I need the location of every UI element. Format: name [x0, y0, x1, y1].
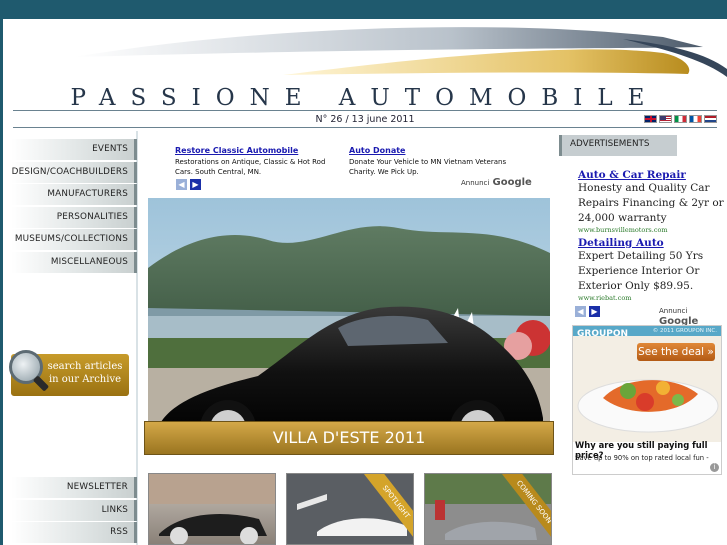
archive-label: search articles in our Archive: [47, 361, 123, 385]
nav-item-events[interactable]: EVENTS: [11, 139, 137, 160]
language-flags: [644, 115, 717, 123]
sidebar-nav-bottom: NEWSLETTER LINKS RSS: [11, 477, 137, 545]
archive-search-button[interactable]: search articles in our Archive: [9, 350, 129, 396]
nav-item-museums-collections[interactable]: MUSEUMS/COLLECTIONS: [11, 229, 137, 250]
header-rule-bottom: [13, 127, 717, 128]
thumb-1-image: [149, 474, 275, 544]
italy-flag-icon[interactable]: [674, 115, 687, 123]
ad-next-arrow-icon[interactable]: ▶: [190, 179, 201, 190]
groupon-copyright: © 2011 GROUPON INC.: [652, 328, 717, 334]
nav-item-personalities[interactable]: PERSONALITIES: [11, 206, 137, 228]
right-google-ads-brand[interactable]: Annunci Google: [659, 305, 727, 327]
thumbnail-2[interactable]: SPOTLIGHT: [286, 473, 414, 545]
right-ads-by-label: Annunci: [659, 307, 688, 315]
france-flag-icon[interactable]: [689, 115, 702, 123]
top-ad-2-link[interactable]: Auto Donate: [349, 146, 519, 156]
nav-item-links[interactable]: LINKS: [11, 499, 137, 521]
right-ad-2-link[interactable]: Detailing Auto: [578, 237, 727, 249]
nav-item-manufacturers[interactable]: MANUFACTURERS: [11, 184, 137, 205]
site-header: PASSIONE AUTOMOBILE N° 26 / 13 june 2011: [3, 19, 727, 131]
top-ad-2: Auto Donate Donate Your Vehicle to MN Vi…: [349, 146, 519, 177]
google-label: Google: [492, 177, 532, 188]
ad-prev-arrow-icon[interactable]: ◀: [176, 179, 187, 190]
thumbnail-1[interactable]: [148, 473, 276, 545]
header-rule-top: [13, 110, 717, 111]
right-ad-1-url[interactable]: www.burnsvillemotors.com: [578, 226, 727, 234]
ads-by-label: Annunci: [461, 179, 490, 187]
netherlands-flag-icon[interactable]: [704, 115, 717, 123]
right-ad-2-url[interactable]: www.riebat.com: [578, 294, 727, 302]
advertisements-header: ADVERTISEMENTS: [559, 135, 677, 156]
sidebar-nav: EVENTS DESIGN/COACHBUILDERS MANUFACTURER…: [11, 139, 137, 274]
right-ad-2-text: Expert Detailing 50 Yrs Experience Inter…: [578, 250, 704, 292]
groupon-banner[interactable]: GROUPON © 2011 GROUPON INC. See the deal…: [572, 325, 722, 475]
nav-item-miscellaneous[interactable]: MISCELLANEOUS: [11, 251, 137, 273]
groupon-subline: Save up to 90% on top rated local fun -: [575, 454, 709, 462]
right-ad-block: Auto & Car Repair Honesty and Quality Ca…: [578, 169, 727, 305]
right-ad-next-arrow-icon[interactable]: ▶: [589, 306, 600, 317]
hero-photo: [148, 198, 550, 455]
site-title[interactable]: PASSIONE AUTOMOBILE: [3, 85, 727, 111]
top-ad-1: Restore Classic Automobile Restorations …: [175, 146, 345, 177]
nav-item-newsletter[interactable]: NEWSLETTER: [11, 477, 137, 498]
right-ad-1-text: Honesty and Quality Car Repairs Financin…: [578, 182, 724, 224]
nav-item-design-coachbuilders[interactable]: DESIGN/COACHBUILDERS: [11, 161, 137, 183]
google-ads-brand[interactable]: Annunci Google: [461, 177, 532, 188]
hero-caption[interactable]: VILLA D'ESTE 2011: [144, 421, 554, 455]
right-ad-prev-arrow-icon[interactable]: ◀: [575, 306, 586, 317]
top-ad-1-link[interactable]: Restore Classic Automobile: [175, 146, 345, 156]
article-thumbnails: SPOTLIGHT COMING SOON: [148, 473, 558, 545]
hero-image[interactable]: [148, 198, 550, 455]
issue-date: N° 26 / 13 june 2011: [315, 114, 415, 125]
right-ad-1-link[interactable]: Auto & Car Repair: [578, 169, 727, 181]
ad-info-icon[interactable]: i: [710, 463, 719, 472]
top-ad-2-text: Donate Your Vehicle to MN Vietnam Vetera…: [349, 158, 507, 176]
uk-flag-icon[interactable]: [644, 115, 657, 123]
groupon-see-deal-button[interactable]: See the deal »: [637, 343, 715, 361]
nav-item-rss[interactable]: RSS: [11, 522, 137, 543]
thumbnail-3[interactable]: COMING SOON: [424, 473, 552, 545]
top-ad-1-text: Restorations on Antique, Classic & Hot R…: [175, 158, 326, 176]
right-ad-2: Detailing Auto Expert Detailing 50 Yrs E…: [578, 237, 727, 302]
page-frame: PASSIONE AUTOMOBILE N° 26 / 13 june 2011…: [3, 19, 727, 545]
us-flag-icon[interactable]: [659, 115, 672, 123]
right-ad-1: Auto & Car Repair Honesty and Quality Ca…: [578, 169, 727, 234]
